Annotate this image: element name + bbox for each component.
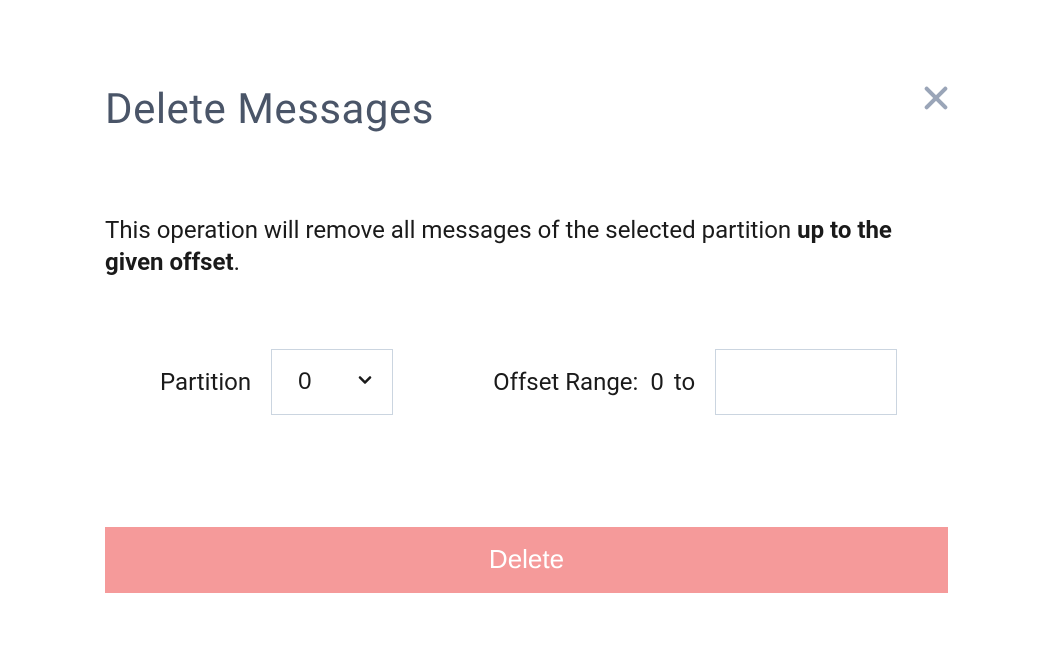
description-prefix: This operation will remove all messages … xyxy=(105,216,797,244)
offset-range-label: Offset Range: xyxy=(493,368,638,396)
modal-description: This operation will remove all messages … xyxy=(105,214,948,279)
delete-messages-modal: Delete Messages This operation will remo… xyxy=(105,85,948,593)
modal-header: Delete Messages xyxy=(105,85,948,134)
offset-to-label: to xyxy=(674,368,695,396)
form-row: Partition 0 Offset Range: 0 to xyxy=(105,349,948,415)
partition-select[interactable]: 0 xyxy=(271,349,393,415)
partition-field-group: Partition 0 xyxy=(160,349,393,415)
offset-start-value: 0 xyxy=(650,368,664,396)
offset-end-input[interactable] xyxy=(715,349,897,415)
close-icon xyxy=(920,82,952,118)
partition-label: Partition xyxy=(160,368,251,396)
delete-button[interactable]: Delete xyxy=(105,527,948,593)
modal-title: Delete Messages xyxy=(105,85,434,134)
partition-select-wrapper: 0 xyxy=(271,349,393,415)
description-suffix: . xyxy=(234,248,240,276)
offset-field-group: Offset Range: 0 to xyxy=(493,349,897,415)
close-button[interactable] xyxy=(916,80,956,120)
